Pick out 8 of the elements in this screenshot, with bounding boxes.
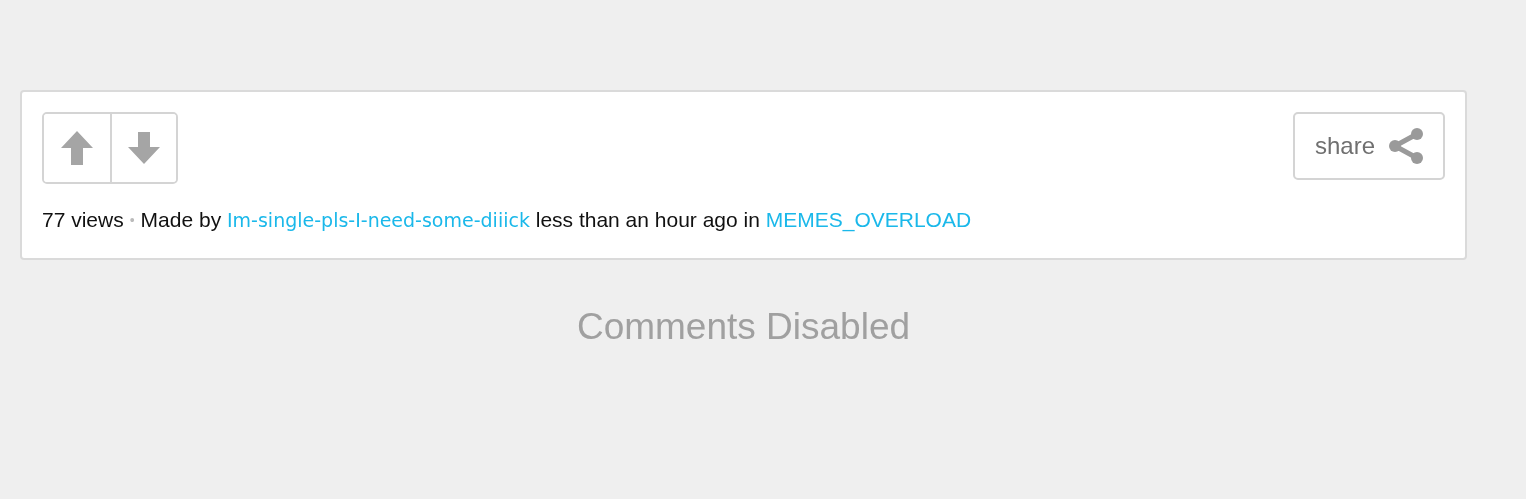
downvote-button[interactable] xyxy=(110,114,176,182)
author-link[interactable]: Im-single-pls-I-need-some-diiick xyxy=(227,209,530,231)
share-button[interactable]: share xyxy=(1292,112,1445,180)
down-arrow-icon xyxy=(128,132,160,164)
share-icon xyxy=(1387,127,1425,165)
comments-disabled-text: Comments Disabled xyxy=(576,306,911,347)
stream-link[interactable]: MEMES_OVERLOAD xyxy=(765,208,972,231)
up-arrow-icon xyxy=(61,131,93,165)
